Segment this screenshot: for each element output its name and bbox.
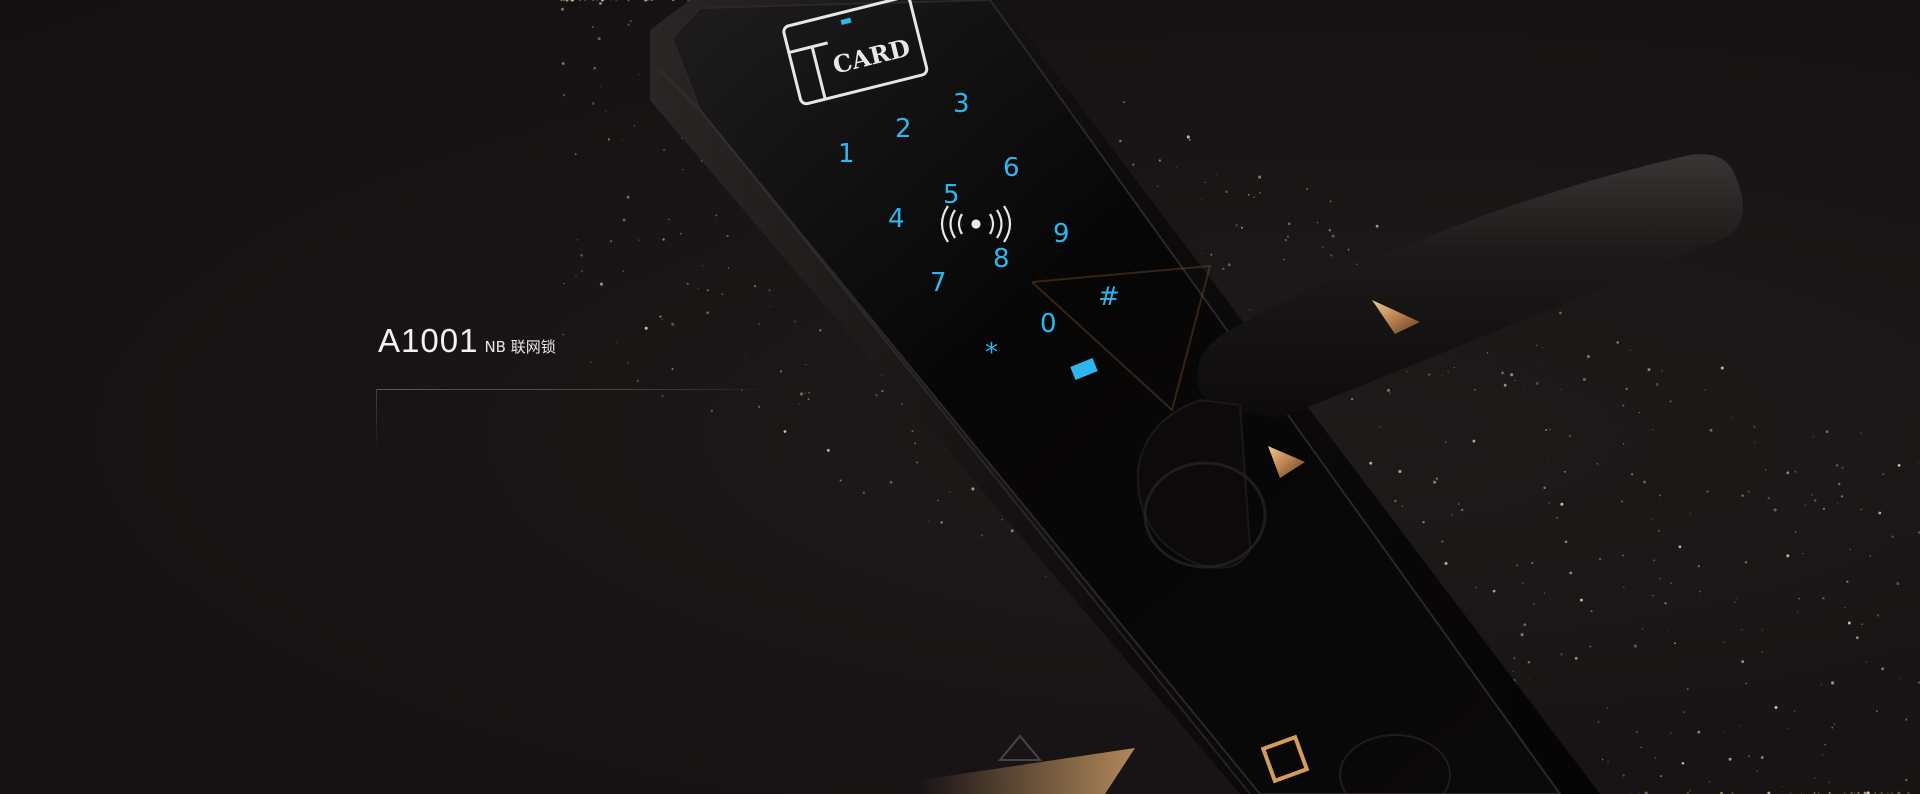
key-7[interactable]: 7 — [930, 268, 947, 298]
key-star[interactable]: * — [985, 338, 998, 368]
lock-body — [650, 0, 1600, 794]
product-model: A1001 — [378, 322, 479, 359]
key-3[interactable]: 3 — [953, 89, 970, 119]
smart-lock-illustration: CARD 1 2 3 4 5 6 7 8 9 * 0 # — [650, 0, 1743, 794]
key-8[interactable]: 8 — [993, 244, 1010, 274]
key-2[interactable]: 2 — [895, 114, 912, 144]
product-headline: A1001 NB 联网锁 — [378, 322, 556, 360]
divider-line — [376, 389, 776, 390]
key-5[interactable]: 5 — [943, 180, 960, 210]
key-1[interactable]: 1 — [838, 139, 855, 169]
key-hash[interactable]: # — [1098, 282, 1120, 312]
key-9[interactable]: 9 — [1053, 219, 1070, 249]
product-subtitle: NB 联网锁 — [484, 338, 556, 356]
door-handle — [1136, 154, 1743, 569]
key-6[interactable]: 6 — [1003, 153, 1020, 183]
hero-banner: CARD 1 2 3 4 5 6 7 8 9 * 0 # A1001 NB 联网… — [0, 0, 1920, 794]
key-0[interactable]: 0 — [1040, 309, 1057, 339]
key-4[interactable]: 4 — [888, 204, 905, 234]
divider-line-vertical — [376, 389, 377, 449]
